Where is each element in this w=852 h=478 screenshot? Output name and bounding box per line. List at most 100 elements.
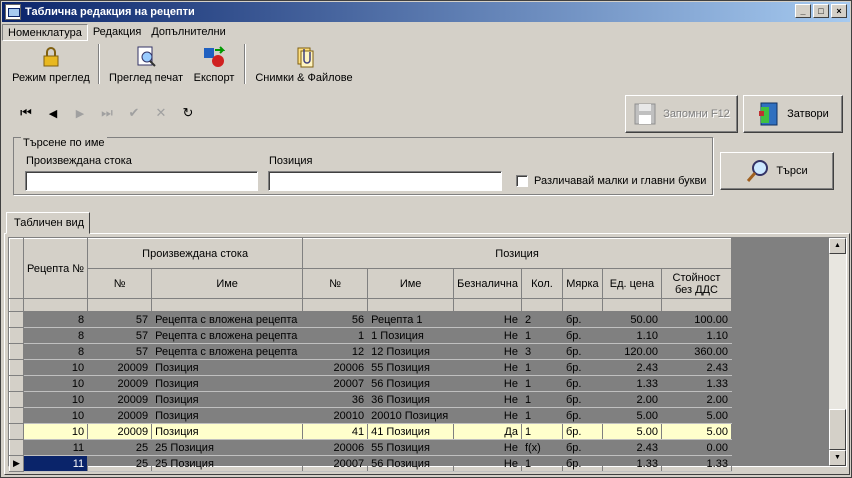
cell-price[interactable]: 5.00	[602, 423, 662, 440]
cell-cashless[interactable]: Не	[453, 439, 522, 456]
cell-value[interactable]: 1.33	[661, 455, 732, 472]
cell-pos-name[interactable]: 20010 Позиция	[367, 407, 455, 424]
cell-qty[interactable]: 1	[521, 359, 563, 376]
row-indicator[interactable]	[9, 407, 24, 424]
row-indicator[interactable]	[9, 391, 24, 408]
cell-value[interactable]: 1.10	[661, 327, 732, 344]
cell-qty[interactable]: 3	[521, 343, 563, 360]
cell-pos-name[interactable]: 1 Позиция	[367, 327, 455, 344]
cell-price[interactable]: 2.00	[602, 391, 662, 408]
cell-pos-name[interactable]: 36 Позиция	[367, 391, 455, 408]
table-row[interactable]: 10 20009 Позиция 20010 20010 Позиция Не 1 бр. 5.…	[9, 407, 732, 424]
menu-additional[interactable]: Допълнителни	[146, 24, 230, 41]
table-row[interactable]: 10 20009 Позиция 41 41 Позиция Да 1 бр. 5.00 5.00	[9, 423, 732, 440]
menu-edit[interactable]: Редакция	[88, 24, 146, 41]
cell-pos-name[interactable]: 41 Позиция	[367, 423, 455, 440]
cell-unit[interactable]: бр.	[562, 343, 603, 360]
cell-value[interactable]: 5.00	[661, 407, 732, 424]
cell-recipe[interactable]: 10	[23, 375, 89, 392]
cell-recipe[interactable]: 8	[23, 327, 89, 344]
cell-recipe[interactable]: 10	[23, 359, 89, 376]
position-search-input[interactable]	[268, 171, 502, 191]
cell-prod-no[interactable]: 25	[87, 455, 153, 472]
cell-pos-no[interactable]: 20010	[302, 407, 369, 424]
cell-unit[interactable]: бр.	[562, 375, 603, 392]
row-indicator[interactable]	[9, 327, 24, 344]
cell-unit[interactable]: бр.	[562, 455, 603, 472]
position-name-header[interactable]: Име	[367, 268, 455, 299]
cell-prod-name[interactable]: Позиция	[151, 407, 304, 424]
cell-cashless[interactable]: Не	[453, 327, 522, 344]
filter-cell[interactable]	[23, 298, 89, 312]
cell-prod-name[interactable]: 25 Позиция	[151, 439, 304, 456]
row-indicator[interactable]	[9, 423, 24, 440]
table-row[interactable]: 8 57 Рецепта с вложена рецепта 56 Рецепта 1Н…	[9, 311, 732, 328]
title-bar[interactable]: Таблична редакция на рецепти _ □ ×	[2, 2, 850, 22]
cell-value[interactable]: 1.33	[661, 375, 732, 392]
cell-pos-no[interactable]: 20006	[302, 359, 369, 376]
search-button[interactable]: Търси	[720, 152, 834, 190]
close-button[interactable]: Затвори	[743, 95, 843, 133]
cell-pos-no[interactable]: 12	[302, 343, 369, 360]
cell-prod-no[interactable]: 20009	[87, 359, 153, 376]
filter-cell[interactable]	[562, 298, 603, 312]
cell-recipe[interactable]: 8	[23, 343, 89, 360]
cell-pos-no[interactable]: 1	[302, 327, 369, 344]
qty-header[interactable]: Кол.	[520, 268, 563, 299]
cell-prod-no[interactable]: 20009	[87, 375, 153, 392]
table-row[interactable]: 10 20009 Позиция 36 36 Позиция Не 1 бр. 2.00 2.00	[9, 391, 732, 408]
cell-recipe[interactable]: 8	[23, 311, 89, 328]
cell-prod-name[interactable]: 25 Позиция	[151, 455, 304, 472]
product-search-input[interactable]	[25, 171, 258, 191]
cell-qty[interactable]: 1	[521, 375, 563, 392]
cell-pos-name[interactable]: 55 Позиция	[367, 439, 455, 456]
menu-nomenclature[interactable]: Номенклатура	[2, 23, 88, 41]
cell-prod-name[interactable]: Позиция	[151, 375, 304, 392]
cell-pos-name[interactable]: 56 Позиция	[367, 375, 455, 392]
unit-price-header[interactable]: Ед. цена	[601, 268, 662, 299]
cell-prod-no[interactable]: 20009	[87, 391, 153, 408]
cell-value[interactable]: 2.43	[661, 359, 732, 376]
cell-price[interactable]: 1.33	[602, 375, 662, 392]
table-row[interactable]: 8 57 Рецепта с вложена рецепта 1 1 Позиция Не…	[9, 327, 732, 344]
cell-prod-no[interactable]: 57	[87, 327, 153, 344]
cell-qty[interactable]: 1	[521, 327, 563, 344]
cell-prod-no[interactable]: 20009	[87, 423, 153, 440]
cell-qty[interactable]: f(x)	[521, 439, 563, 456]
filter-cell[interactable]	[367, 298, 455, 312]
cell-prod-no[interactable]: 20009	[87, 407, 153, 424]
cell-price[interactable]: 2.43	[602, 359, 662, 376]
cell-pos-no[interactable]: 56	[302, 311, 369, 328]
table-row[interactable]: 8 57 Рецепта с вложена рецепта 12 12 Позиция…	[9, 343, 732, 360]
minimize-button[interactable]: _	[795, 4, 811, 18]
cell-qty[interactable]: 1	[521, 455, 563, 472]
table-row[interactable]: 10 20009 Позиция 20007 56 Позиция Не 1 бр. 1.33 1…	[9, 375, 732, 392]
cell-prod-no[interactable]: 57	[87, 311, 153, 328]
cell-pos-name[interactable]: 12 Позиция	[367, 343, 455, 360]
images-files-button[interactable]: Снимки & Файлове	[252, 44, 356, 86]
cell-qty[interactable]: 2	[521, 311, 563, 328]
cell-prod-name[interactable]: Позиция	[151, 359, 304, 376]
cell-unit[interactable]: бр.	[562, 439, 603, 456]
cell-cashless[interactable]: Не	[453, 455, 522, 472]
recipe-no-header[interactable]: Рецепта №	[22, 238, 89, 299]
cell-value[interactable]: 100.00	[661, 311, 732, 328]
cell-pos-no[interactable]: 20006	[302, 439, 369, 456]
filter-cell[interactable]	[602, 298, 662, 312]
cell-cashless[interactable]: Не	[453, 391, 522, 408]
cell-prod-name[interactable]: Позиция	[151, 423, 304, 440]
first-record-icon[interactable]: ⏮	[17, 105, 35, 121]
cell-price[interactable]: 2.43	[602, 439, 662, 456]
cell-pos-no[interactable]: 36	[302, 391, 369, 408]
filter-cell[interactable]	[453, 298, 522, 312]
cell-prod-name[interactable]: Рецепта с вложена рецепта	[151, 327, 304, 344]
value-header[interactable]: Стойност без ДДС	[660, 268, 732, 299]
cell-unit[interactable]: бр.	[562, 423, 603, 440]
cell-cashless[interactable]: Не	[453, 359, 522, 376]
cell-qty[interactable]: 1	[521, 391, 563, 408]
unit-header[interactable]: Мярка	[561, 268, 603, 299]
tab-table-view[interactable]: Табличен вид	[6, 212, 90, 234]
cell-unit[interactable]: бр.	[562, 359, 603, 376]
cell-price[interactable]: 1.10	[602, 327, 662, 344]
cell-cashless[interactable]: Не	[453, 407, 522, 424]
